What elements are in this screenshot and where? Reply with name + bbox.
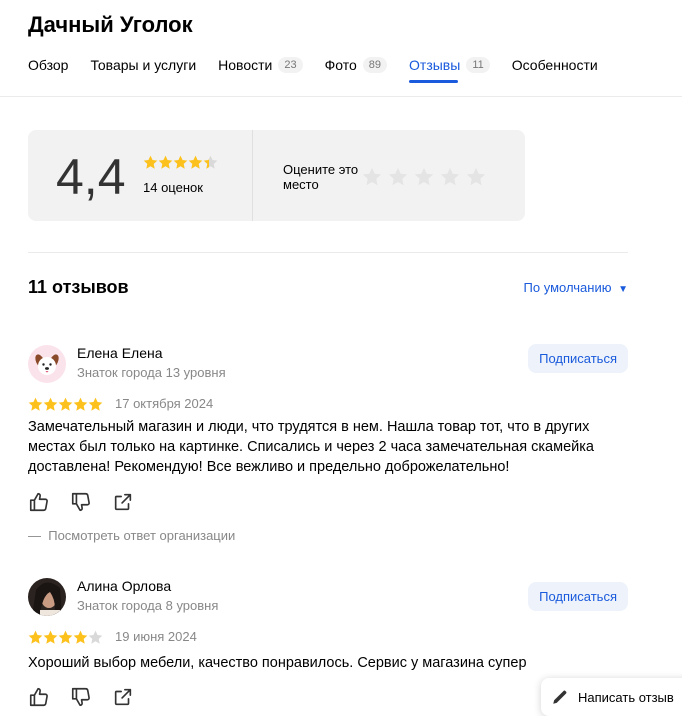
page-title: Дачный Уголок [28, 12, 193, 37]
tab-label: Отзывы [409, 57, 461, 73]
pencil-icon [553, 690, 567, 704]
org-reply-link[interactable]: — Посмотреть ответ организации [28, 528, 235, 543]
star-icon [173, 155, 188, 169]
tab-goods-services[interactable]: Товары и услуги [90, 55, 196, 75]
dislike-icon[interactable] [70, 491, 92, 513]
rate-prompt: Оцените это место [283, 162, 359, 192]
review-author[interactable]: Елена Елена [77, 345, 163, 361]
section-divider [28, 252, 628, 253]
star-icon [88, 397, 103, 411]
write-review-button[interactable]: Написать отзыв [541, 678, 682, 716]
rating-card: 4,4 14 оценок Оцените это место [28, 130, 525, 221]
star-icon [203, 155, 218, 169]
subscribe-button[interactable]: Подписаться [528, 582, 628, 611]
rate-stars-input[interactable] [362, 167, 492, 192]
star-icon [143, 155, 158, 169]
star-outline-icon [362, 167, 382, 186]
like-icon[interactable] [28, 686, 50, 708]
tab-photos[interactable]: Фото 89 [324, 55, 388, 75]
review-date: 19 июня 2024 [115, 629, 197, 644]
rate-star-4-icon[interactable] [440, 167, 460, 192]
review-stars [28, 397, 103, 412]
dislike-icon[interactable] [70, 686, 92, 708]
tab-overview[interactable]: Обзор [28, 55, 68, 75]
rate-star-2-icon[interactable] [388, 167, 408, 192]
star-icon [73, 397, 88, 411]
star-icon [88, 630, 103, 644]
star-icon [28, 397, 43, 411]
review-author-level: Знаток города 8 уровня [77, 598, 219, 613]
star-outline-icon [414, 167, 434, 186]
tab-label: Фото [324, 57, 357, 73]
tab-count-badge: 11 [466, 57, 490, 73]
org-reply-label: Посмотреть ответ организации [48, 528, 236, 543]
tab-count-badge: 89 [362, 57, 388, 73]
like-icon[interactable] [28, 491, 50, 513]
star-icon [158, 155, 173, 169]
review-stars [28, 630, 103, 645]
reviews-count: 11 отзывов [28, 277, 129, 297]
tab-label: Товары и услуги [90, 57, 197, 73]
review-author[interactable]: Алина Орлова [77, 578, 171, 594]
avatar[interactable] [28, 578, 66, 616]
dash-icon: — [28, 528, 49, 543]
tab-features[interactable]: Особенности [512, 55, 598, 75]
star-icon [28, 630, 43, 644]
write-review-label: Написать отзыв [578, 689, 674, 705]
review-actions [28, 686, 154, 708]
caret-down-icon: ▼ [618, 284, 628, 295]
star-outline-icon [388, 167, 408, 186]
rating-count: 14 оценок [143, 180, 203, 195]
review-text: Замечательный магазин и люди, что трудят… [28, 419, 594, 475]
star-icon [43, 397, 58, 411]
tab-reviews[interactable]: Отзывы 11 [409, 55, 490, 83]
sort-dropdown[interactable]: По умолчанию ▼ [524, 280, 628, 295]
tab-label: Особенности [511, 57, 598, 73]
rate-star-3-icon[interactable] [414, 167, 434, 192]
star-icon [188, 155, 203, 169]
subscribe-button[interactable]: Подписаться [528, 344, 628, 373]
sort-label: По умолчанию [523, 280, 612, 295]
card-divider [252, 130, 253, 221]
review-author-level: Знаток города 13 уровня [77, 365, 226, 380]
star-icon [73, 630, 88, 644]
star-icon [43, 630, 58, 644]
review-actions [28, 491, 154, 513]
avatar[interactable] [28, 345, 66, 383]
header-divider [0, 96, 682, 97]
dog-avatar-icon [28, 345, 66, 383]
tab-label: Обзор [28, 57, 69, 73]
rating-value: 4,4 [56, 149, 126, 205]
star-icon [58, 397, 73, 411]
tab-news[interactable]: Новости 23 [218, 55, 303, 75]
user-photo-icon [28, 578, 66, 616]
review-date: 17 октября 2024 [115, 396, 214, 411]
share-icon[interactable] [112, 491, 134, 513]
review-text: Хороший выбор мебели, качество понравило… [28, 655, 527, 671]
star-icon [58, 630, 73, 644]
star-outline-icon [440, 167, 460, 186]
tab-count-badge: 23 [278, 57, 303, 73]
tabs-bar: Обзор Товары и услуги Новости 23 Фото 89 О… [28, 55, 620, 83]
share-icon[interactable] [112, 686, 134, 708]
star-outline-icon [466, 167, 486, 186]
rate-star-1-icon[interactable] [362, 167, 382, 192]
rating-stars [143, 155, 218, 170]
tab-label: Новости [218, 57, 273, 73]
rate-star-5-icon[interactable] [466, 167, 486, 192]
